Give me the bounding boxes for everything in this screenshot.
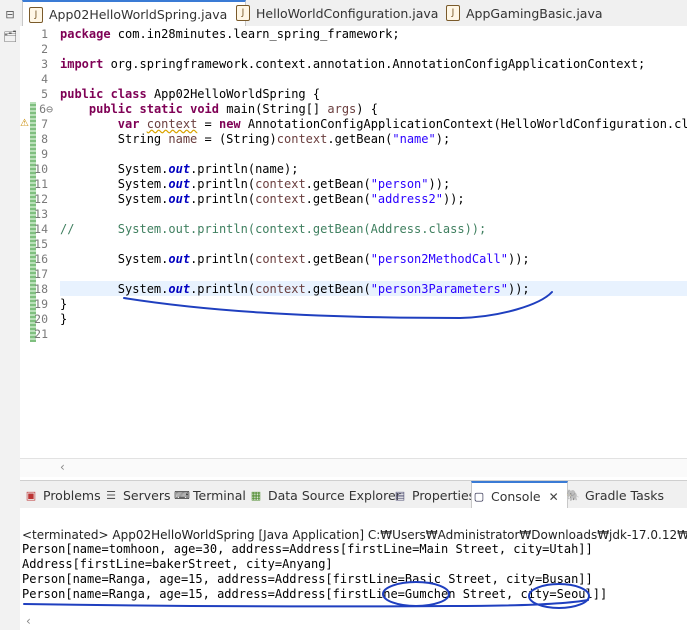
java-file-icon: J — [29, 6, 43, 23]
line-number: 14 — [34, 222, 48, 236]
java-file-icon: J — [446, 5, 460, 21]
tab-appgamingbasic[interactable]: J AppGamingBasic.java — [440, 0, 603, 26]
console-view[interactable]: <terminated> App02HelloWorldSpring [Java… — [20, 508, 687, 630]
left-toolbar-strip: ⊟ 🗂 — [0, 0, 20, 630]
console-output-line: Person[name=Ranga, age=15, address=Addre… — [22, 572, 593, 586]
java-file-icon: J — [236, 5, 250, 21]
code-line-18: System.out.println(context.getBean("pers… — [117, 282, 530, 296]
code-line-19: } — [60, 297, 68, 311]
line-number: 16 — [34, 252, 48, 266]
gradle-icon: 🐘 — [566, 488, 580, 502]
line-number: 17 — [34, 267, 48, 281]
chevron-left-icon[interactable]: ‹ — [60, 460, 65, 474]
editor-horizontal-scrollbar[interactable]: ‹ — [20, 458, 687, 477]
tab-console[interactable]: ▢ Console ✕ — [471, 481, 568, 510]
code-line-5: public class App02HelloWorldSpring { — [60, 87, 321, 101]
line-number: 9 — [41, 147, 48, 161]
line-number: 21 — [34, 327, 48, 341]
line-number: 12 — [34, 192, 48, 206]
chevron-left-icon[interactable]: ‹ — [26, 614, 31, 628]
restore-icon[interactable]: ⊟ — [3, 8, 17, 22]
tab-problems[interactable]: ▣ Problems — [24, 481, 101, 509]
tab-helloworldconfiguration[interactable]: J HelloWorldConfiguration.java — [230, 0, 438, 26]
line-number: 1 — [41, 27, 48, 41]
line-number: 10 — [34, 162, 48, 176]
terminated-status: <terminated> App02HelloWorldSpring [Java… — [22, 528, 687, 542]
line-number: 19 — [34, 297, 48, 311]
tab-label: AppGamingBasic.java — [466, 5, 603, 21]
line-number: 7 — [41, 117, 48, 131]
code-line-10: System.out.println(name); — [117, 162, 299, 176]
tab-app02helloworldspring[interactable]: J App02HelloWorldSpring.java ✕ — [22, 0, 247, 27]
code-line-7: var context = new AnnotationConfigApplic… — [117, 117, 687, 131]
terminal-icon: ⌨ — [174, 488, 190, 502]
code-line-14-comment: // System.out.println(context.getBean(Ad… — [60, 222, 487, 236]
code-line-12: System.out.println(context.getBean("addr… — [117, 192, 465, 206]
line-number: 11 — [34, 177, 48, 191]
code-line-1: package com.in28minutes.learn_spring_fra… — [60, 27, 400, 41]
code-line-11: System.out.println(context.getBean("pers… — [117, 177, 451, 191]
servers-icon: ☰ — [106, 488, 116, 502]
tab-servers[interactable]: ☰ Servers — [104, 481, 170, 509]
line-number: 13 — [34, 207, 48, 221]
problems-icon: ▣ — [25, 488, 37, 502]
code-line-20: } — [60, 312, 68, 326]
tab-gradle-tasks[interactable]: 🐘 Gradle Tasks — [566, 481, 664, 509]
line-number: 4 — [41, 72, 48, 86]
code-line-16: System.out.println(context.getBean("pers… — [117, 252, 530, 266]
console-output-line: Person[name=tomhoon, age=30, address=Add… — [22, 542, 593, 556]
line-number: 2 — [41, 42, 48, 56]
close-icon[interactable]: ✕ — [549, 490, 559, 504]
line-number: 18 — [34, 282, 48, 296]
line-number-fold[interactable]: 6⊖ — [20, 102, 53, 116]
line-number: 3 — [41, 57, 48, 71]
console-output-line: Person[name=Ranga, age=15, address=Addre… — [22, 587, 608, 601]
line-number: 20 — [34, 312, 48, 326]
code-line-3: import org.springframework.context.annot… — [60, 57, 646, 71]
package-explorer-icon[interactable]: 🗂 — [3, 30, 17, 44]
line-number: 8 — [41, 132, 48, 146]
tab-data-source-explorer[interactable]: ▦ Data Source Explorer — [249, 481, 401, 509]
tab-label: HelloWorldConfiguration.java — [256, 5, 439, 21]
code-line-6: public static void main(String[] args) { — [88, 102, 378, 116]
bottom-panel-tab-bar: ▣ Problems ☰ Servers ⌨ Terminal ▦ Data Sourc… — [20, 480, 687, 510]
code-line-8: String name = (String)context.getBean("n… — [117, 132, 451, 146]
console-output-line: Address[firstLine=bakerStreet, city=Anya… — [22, 557, 333, 571]
line-number: 15 — [34, 237, 48, 251]
tab-label: App02HelloWorldSpring.java — [49, 7, 228, 22]
properties-icon: ▤ — [394, 488, 406, 502]
line-number: 5 — [41, 87, 48, 101]
code-editor[interactable]: ⚠ 1 2 3 4 5 6⊖ 7 8 9 10 11 12 13 14 15 1… — [20, 26, 687, 458]
console-icon: ▢ — [473, 490, 485, 503]
tab-properties[interactable]: ▤ Properties — [393, 481, 475, 509]
editor-tab-bar: J App02HelloWorldSpring.java ✕ J HelloWo… — [20, 0, 687, 27]
tab-terminal[interactable]: ⌨ Terminal — [174, 481, 246, 509]
data-source-icon: ▦ — [250, 488, 262, 502]
